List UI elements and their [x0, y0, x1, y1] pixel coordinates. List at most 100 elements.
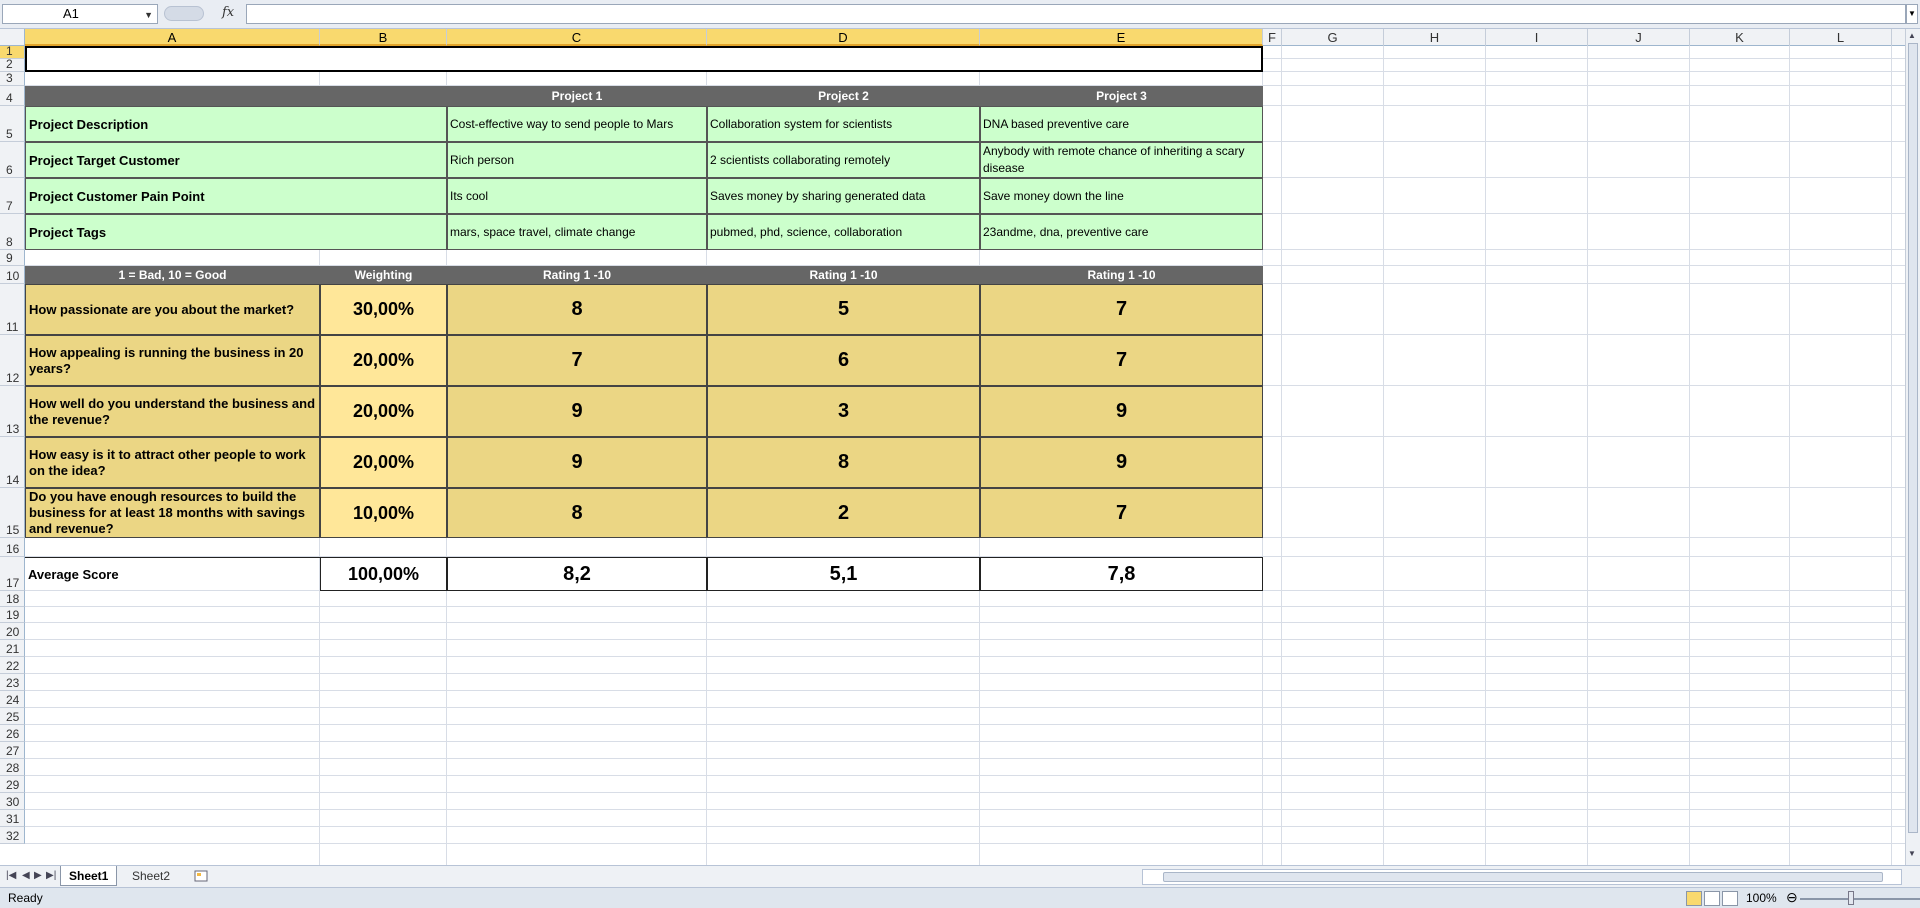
rating-project-1[interactable]: 8	[447, 284, 707, 335]
zoom-slider-handle[interactable]	[1848, 891, 1854, 905]
info-project-3[interactable]: DNA based preventive care	[980, 106, 1263, 142]
info-label[interactable]: Project Tags	[25, 214, 447, 250]
info-project-3[interactable]: 23andme, dna, preventive care	[980, 214, 1263, 250]
question-label[interactable]: How passionate are you about the market?	[25, 284, 320, 335]
row-header-28[interactable]: 28	[0, 759, 25, 776]
weighting-value[interactable]: 10,00%	[320, 488, 447, 538]
name-box[interactable]: A1 ▼	[2, 4, 158, 24]
info-project-3[interactable]: Anybody with remote chance of inheriting…	[980, 142, 1263, 178]
rating-header-project-1[interactable]: Rating 1 -10	[447, 266, 707, 284]
selected-cell-a1[interactable]	[25, 46, 1263, 72]
row-header-30[interactable]: 30	[0, 793, 25, 810]
row-header-9[interactable]: 9	[0, 250, 25, 266]
row-header-27[interactable]: 27	[0, 742, 25, 759]
row-header-19[interactable]: 19	[0, 607, 25, 623]
question-label[interactable]: Do you have enough resources to build th…	[25, 488, 320, 538]
row-header-32[interactable]: 32	[0, 827, 25, 844]
zoom-slider[interactable]	[1800, 898, 1920, 900]
info-project-1[interactable]: mars, space travel, climate change	[447, 214, 707, 250]
row-header-16[interactable]: 16	[0, 538, 25, 557]
sheet-tab-sheet1[interactable]: Sheet1	[60, 866, 118, 886]
rating-scale-label[interactable]: 1 = Bad, 10 = Good	[25, 266, 320, 284]
question-label[interactable]: How appealing is running the business in…	[25, 335, 320, 386]
rating-project-3[interactable]: 7	[980, 284, 1263, 335]
info-project-1[interactable]: Cost-effective way to send people to Mar…	[447, 106, 707, 142]
row-header-22[interactable]: 22	[0, 657, 25, 674]
rating-project-1[interactable]: 8	[447, 488, 707, 538]
info-project-2[interactable]: Collaboration system for scientists	[707, 106, 980, 142]
vertical-scrollbar[interactable]: ▲ ▼	[1905, 29, 1920, 865]
row-header-31[interactable]: 31	[0, 810, 25, 827]
insert-sheet-icon[interactable]	[186, 868, 208, 884]
rating-project-2[interactable]: 6	[707, 335, 980, 386]
scroll-up-icon[interactable]: ▲	[1908, 31, 1916, 40]
column-header-d[interactable]: D	[707, 29, 980, 46]
row-header-26[interactable]: 26	[0, 725, 25, 742]
zoom-level[interactable]: 100%	[1746, 891, 1777, 905]
column-header-e[interactable]: E	[980, 29, 1263, 46]
weighting-value[interactable]: 20,00%	[320, 335, 447, 386]
column-header-c[interactable]: C	[447, 29, 707, 46]
info-label[interactable]: Project Target Customer	[25, 142, 447, 178]
rating-project-3[interactable]: 7	[980, 488, 1263, 538]
rating-project-2[interactable]: 3	[707, 386, 980, 437]
row-header-18[interactable]: 18	[0, 591, 25, 607]
row-header-24[interactable]: 24	[0, 691, 25, 708]
row-header-6[interactable]: 6	[0, 142, 25, 178]
sheet-tab-sheet2[interactable]: Sheet2	[124, 866, 178, 886]
row-header-23[interactable]: 23	[0, 674, 25, 691]
row-header-17[interactable]: 17	[0, 557, 25, 591]
rating-project-1[interactable]: 7	[447, 335, 707, 386]
row-header-29[interactable]: 29	[0, 776, 25, 793]
first-sheet-icon[interactable]: |◀	[6, 870, 16, 881]
column-header-g[interactable]: G	[1282, 29, 1384, 46]
weighting-value[interactable]: 20,00%	[320, 386, 447, 437]
scroll-down-icon[interactable]: ▼	[1908, 849, 1916, 858]
page-break-view-icon[interactable]	[1722, 891, 1738, 906]
column-header-f[interactable]: F	[1263, 29, 1282, 46]
rating-project-2[interactable]: 2	[707, 488, 980, 538]
horizontal-scroll-thumb[interactable]	[1163, 872, 1883, 882]
info-label[interactable]: Project Customer Pain Point	[25, 178, 447, 214]
vertical-scroll-thumb[interactable]	[1908, 43, 1918, 833]
info-project-1[interactable]: Rich person	[447, 142, 707, 178]
formula-input[interactable]	[246, 4, 1906, 24]
rating-header-project-2[interactable]: Rating 1 -10	[707, 266, 980, 284]
weighting-value[interactable]: 30,00%	[320, 284, 447, 335]
column-header-a[interactable]: A	[25, 29, 320, 46]
row-header-20[interactable]: 20	[0, 623, 25, 640]
rating-project-1[interactable]: 9	[447, 386, 707, 437]
rating-project-1[interactable]: 9	[447, 437, 707, 488]
normal-view-icon[interactable]	[1686, 891, 1702, 906]
next-sheet-icon[interactable]: ▶	[34, 870, 42, 881]
weighting-header[interactable]: Weighting	[320, 266, 447, 284]
row-header-14[interactable]: 14	[0, 437, 25, 488]
last-sheet-icon[interactable]: ▶|	[46, 870, 56, 881]
info-project-1[interactable]: Its cool	[447, 178, 707, 214]
rating-project-3[interactable]: 7	[980, 335, 1263, 386]
select-all-corner[interactable]	[0, 29, 25, 46]
row-header-11[interactable]: 11	[0, 284, 25, 335]
question-label[interactable]: How well do you understand the business …	[25, 386, 320, 437]
rating-project-3[interactable]: 9	[980, 386, 1263, 437]
info-label[interactable]: Project Description	[25, 106, 447, 142]
info-project-2[interactable]: pubmed, phd, science, collaboration	[707, 214, 980, 250]
row-header-12[interactable]: 12	[0, 335, 25, 386]
column-header-b[interactable]: B	[320, 29, 447, 46]
row-header-15[interactable]: 15	[0, 488, 25, 538]
column-header-i[interactable]: I	[1486, 29, 1588, 46]
weighting-value[interactable]: 20,00%	[320, 437, 447, 488]
row-header-5[interactable]: 5	[0, 106, 25, 142]
average-score-project-1[interactable]: 8,2	[447, 557, 707, 591]
row-header-4[interactable]: 4	[0, 86, 25, 106]
rating-project-2[interactable]: 5	[707, 284, 980, 335]
rating-header-project-3[interactable]: Rating 1 -10	[980, 266, 1263, 284]
rating-project-2[interactable]: 8	[707, 437, 980, 488]
horizontal-scrollbar[interactable]	[1142, 869, 1902, 885]
insert-function-icon[interactable]: fx	[222, 5, 234, 20]
row-header-7[interactable]: 7	[0, 178, 25, 214]
formula-bar-resize-handle[interactable]	[164, 6, 204, 21]
question-label[interactable]: How easy is it to attract other people t…	[25, 437, 320, 488]
page-layout-view-icon[interactable]	[1704, 891, 1720, 906]
chevron-down-icon[interactable]: ▼	[144, 6, 153, 24]
